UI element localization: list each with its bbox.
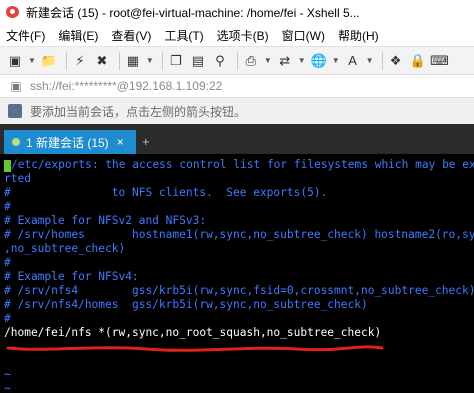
address-bookmark-icon[interactable]: ▣ [8,78,24,94]
terminal-line: # Example for NFSv2 and NFSv3: [4,214,207,227]
lock-icon[interactable]: 🔒 [409,52,427,70]
terminal-line: # [4,312,11,325]
menu-tabs[interactable]: 选项卡(B) [217,27,269,44]
menu-view[interactable]: 查看(V) [111,27,151,44]
window-title: 新建会话 (15) - root@fei-virtual-machine: /h… [26,5,360,20]
connection-status-icon [12,138,20,146]
chevron-down-icon[interactable]: ▼ [298,56,306,65]
toolbar: ▣ ▼ 📁 ⚡ ✖ ▦ ▼ ❐ ▤ ⚲ ⎙ ▼ ⇄ ▼ 🌐 ▼ A ▼ ❖ 🔒 … [0,46,474,74]
font-icon[interactable]: A [344,52,362,70]
chevron-down-icon[interactable]: ▼ [264,56,272,65]
toolbar-divider [381,51,383,70]
terminal-line: rted [4,172,31,185]
menu-file[interactable]: 文件(F) [6,27,45,44]
hint-bar: 要添加当前会话，点击左侧的箭头按钮。 [0,98,474,124]
terminal-line: /etc/exports: the access control list fo… [11,158,474,171]
toolbar-divider [65,51,67,70]
chevron-down-icon[interactable]: ▼ [332,56,340,65]
terminal-line-tilde: ~ [4,368,11,381]
menu-tools[interactable]: 工具(T) [164,27,203,44]
annotation-stroke [6,345,384,352]
terminal-line: ,no_subtree_check) [4,242,126,255]
terminal-cursor [4,160,11,172]
add-tab-icon[interactable]: + [142,134,150,149]
terminal-line: # [4,256,11,269]
terminal-line: # Example for NFSv4: [4,270,139,283]
terminal-line-tilde: ~ [4,382,11,393]
new-session-icon[interactable]: ▣ [6,52,24,70]
terminal-line: # [4,200,11,213]
disconnect-icon[interactable]: ✖ [93,52,111,70]
chevron-down-icon[interactable]: ▼ [146,56,154,65]
find-icon[interactable]: ⚲ [211,52,229,70]
terminal-line: # /srv/homes hostname1(rw,sync,no_subtre… [4,228,474,241]
menu-window[interactable]: 窗口(W) [282,27,325,44]
add-session-arrow-icon[interactable] [8,104,22,118]
properties-icon[interactable]: ▦ [124,52,142,70]
red-underline-annotation [6,345,384,352]
terminal-line: # to NFS clients. See exports(5). [4,186,328,199]
menu-edit[interactable]: 编辑(E) [58,27,98,44]
close-icon[interactable]: × [117,135,124,149]
tab-bar: 1 新建会话 (15) × + [0,124,474,154]
terminal-line: # /srv/nfs4/homes gss/krb5i(rw,sync,no_s… [4,298,368,311]
address-bar[interactable]: ▣ ssh://fei:*********@192.168.1.109:22 [0,74,474,98]
hint-text: 要添加当前会话，点击左侧的箭头按钮。 [30,104,247,119]
tab-session-15[interactable]: 1 新建会话 (15) × [4,130,136,154]
print-icon[interactable]: ⎙ [242,52,260,70]
xshell-logo-icon [6,5,20,19]
chevron-down-icon[interactable]: ▼ [28,56,36,65]
terminal[interactable]: /etc/exports: the access control list fo… [0,154,474,393]
xftp-icon[interactable]: ❖ [387,52,405,70]
globe-icon[interactable]: 🌐 [310,52,328,70]
title-bar: 新建会话 (15) - root@fei-virtual-machine: /h… [0,0,474,24]
tab-label: 1 新建会话 (15) [26,135,109,150]
copy-icon[interactable]: ❐ [167,52,185,70]
open-folder-icon[interactable]: 📁 [40,52,58,70]
address-text[interactable]: ssh://fei:*********@192.168.1.109:22 [30,79,222,93]
terminal-line: # /srv/nfs4 gss/krb5i(rw,sync,fsid=0,cro… [4,284,474,297]
paste-icon[interactable]: ▤ [189,52,207,70]
toolbar-divider [118,51,120,70]
toolbar-divider [236,51,238,70]
reconnect-icon[interactable]: ⚡ [71,52,89,70]
transfer-icon[interactable]: ⇄ [276,52,294,70]
menu-help[interactable]: 帮助(H) [338,27,379,44]
keyboard-icon[interactable]: ⌨ [430,52,449,70]
menu-bar: 文件(F) 编辑(E) 查看(V) 工具(T) 选项卡(B) 窗口(W) 帮助(… [0,24,474,46]
toolbar-divider [161,51,163,70]
chevron-down-icon[interactable]: ▼ [366,56,374,65]
